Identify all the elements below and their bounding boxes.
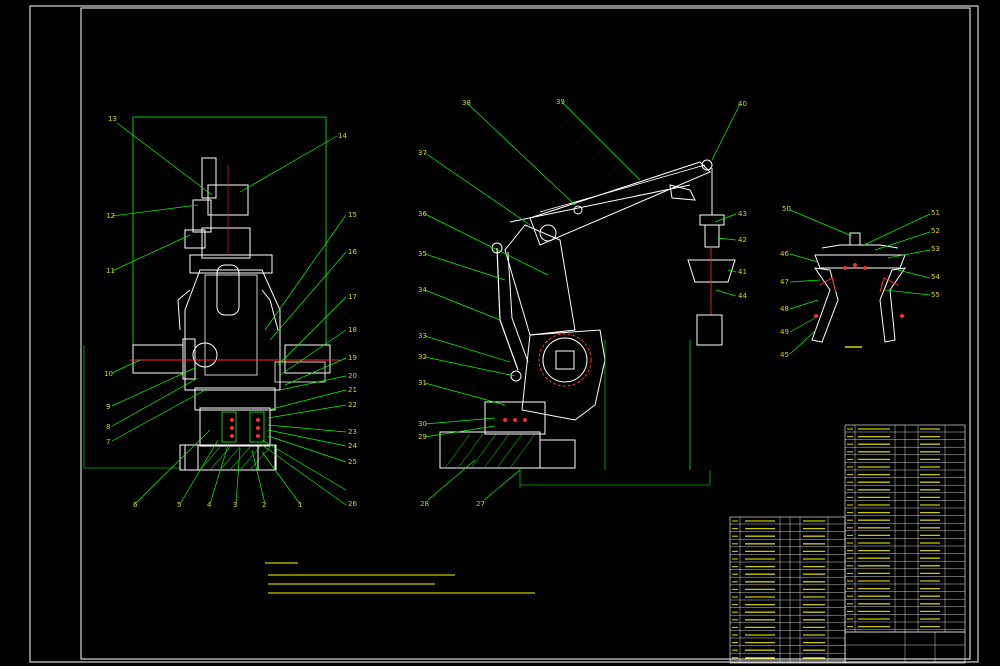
- callout-45: 45: [780, 351, 789, 359]
- callout-4: 4: [207, 501, 212, 509]
- callout-16: 16: [348, 248, 357, 256]
- callout-50: 50: [782, 205, 791, 213]
- callout-30: 30: [418, 420, 427, 428]
- cad-drawing-canvas: 13 14 12 11 15 16 17 18 19 20 21 22 23 2…: [0, 0, 1000, 666]
- callout-52: 52: [931, 227, 940, 235]
- callout-36: 36: [418, 210, 427, 218]
- right-gripper-detail: 50 51 52 53 54 55 46 47 48 49 45: [780, 205, 940, 359]
- callout-47: 47: [780, 278, 789, 286]
- lower-arm: [504, 224, 576, 336]
- callout-53: 53: [931, 245, 940, 253]
- gripper-head: [687, 259, 736, 283]
- callout-11: 11: [106, 267, 115, 275]
- callout-14: 14: [338, 132, 347, 140]
- middle-side-view: 38 39 40 37 36 35 34 33 32 31 30 29 28 2…: [418, 98, 747, 508]
- callout-18: 18: [348, 326, 357, 334]
- callout-32: 32: [418, 353, 427, 361]
- callout-49: 49: [780, 328, 789, 336]
- main-body: [184, 269, 281, 391]
- callout-8: 8: [106, 423, 110, 431]
- callout-1: 1: [298, 501, 302, 509]
- shoulder-joint: [542, 337, 588, 383]
- callout-2: 2: [262, 501, 266, 509]
- callout-51: 51: [931, 209, 940, 217]
- callout-10: 10: [104, 370, 113, 378]
- callout-6: 6: [133, 501, 138, 509]
- callout-39: 39: [556, 98, 565, 106]
- callout-43: 43: [738, 210, 747, 218]
- inner-frame-border: [80, 7, 971, 660]
- right-drive-motor: [284, 344, 331, 374]
- parts-list-table: [729, 424, 966, 664]
- callout-19: 19: [348, 354, 357, 362]
- callout-17: 17: [348, 293, 357, 301]
- callout-28: 28: [420, 500, 429, 508]
- gripper-crossbar: [814, 254, 906, 269]
- callout-44: 44: [738, 292, 747, 300]
- callout-46: 46: [780, 250, 789, 258]
- right-view-leaders: [789, 209, 931, 355]
- outer-sheet-border: [29, 5, 979, 663]
- callout-27: 27: [476, 500, 485, 508]
- callout-35: 35: [418, 250, 427, 258]
- callout-55: 55: [931, 291, 940, 299]
- base-section: [439, 431, 541, 469]
- upper-arm: [529, 161, 711, 246]
- callout-9: 9: [106, 403, 110, 411]
- callout-48: 48: [780, 305, 789, 313]
- callout-21: 21: [348, 386, 357, 394]
- callout-12: 12: [106, 212, 115, 220]
- callout-23: 23: [348, 428, 357, 436]
- left-front-view: 13 14 12 11 15 16 17 18 19 20 21 22 23 2…: [83, 115, 357, 509]
- callout-31: 31: [418, 379, 427, 387]
- callout-54: 54: [931, 273, 940, 281]
- left-gripper-finger: [811, 267, 839, 343]
- callout-20: 20: [348, 372, 357, 380]
- cad-drawing: 13 14 12 11 15 16 17 18 19 20 21 22 23 2…: [29, 5, 979, 664]
- callout-26: 26: [348, 500, 357, 508]
- callout-34: 34: [418, 286, 427, 294]
- callout-7: 7: [106, 438, 110, 446]
- technical-notes: [265, 562, 535, 594]
- callout-29: 29: [418, 433, 427, 441]
- callout-40: 40: [738, 100, 747, 108]
- turret-body: [521, 329, 606, 421]
- callout-15: 15: [348, 211, 357, 219]
- overall-width-dimension: [132, 116, 327, 345]
- callout-38: 38: [462, 99, 471, 107]
- callout-24: 24: [348, 442, 357, 450]
- callout-5: 5: [177, 501, 181, 509]
- callout-33: 33: [418, 332, 427, 340]
- callout-41: 41: [738, 268, 747, 276]
- callout-3: 3: [233, 501, 237, 509]
- callout-25: 25: [348, 458, 357, 466]
- callout-13: 13: [108, 115, 117, 123]
- middle-view-leaders: [424, 101, 741, 501]
- left-drive-motor: [132, 344, 184, 374]
- callout-22: 22: [348, 401, 357, 409]
- payload-block: [696, 314, 723, 346]
- callout-42: 42: [738, 236, 747, 244]
- callout-37: 37: [418, 149, 427, 157]
